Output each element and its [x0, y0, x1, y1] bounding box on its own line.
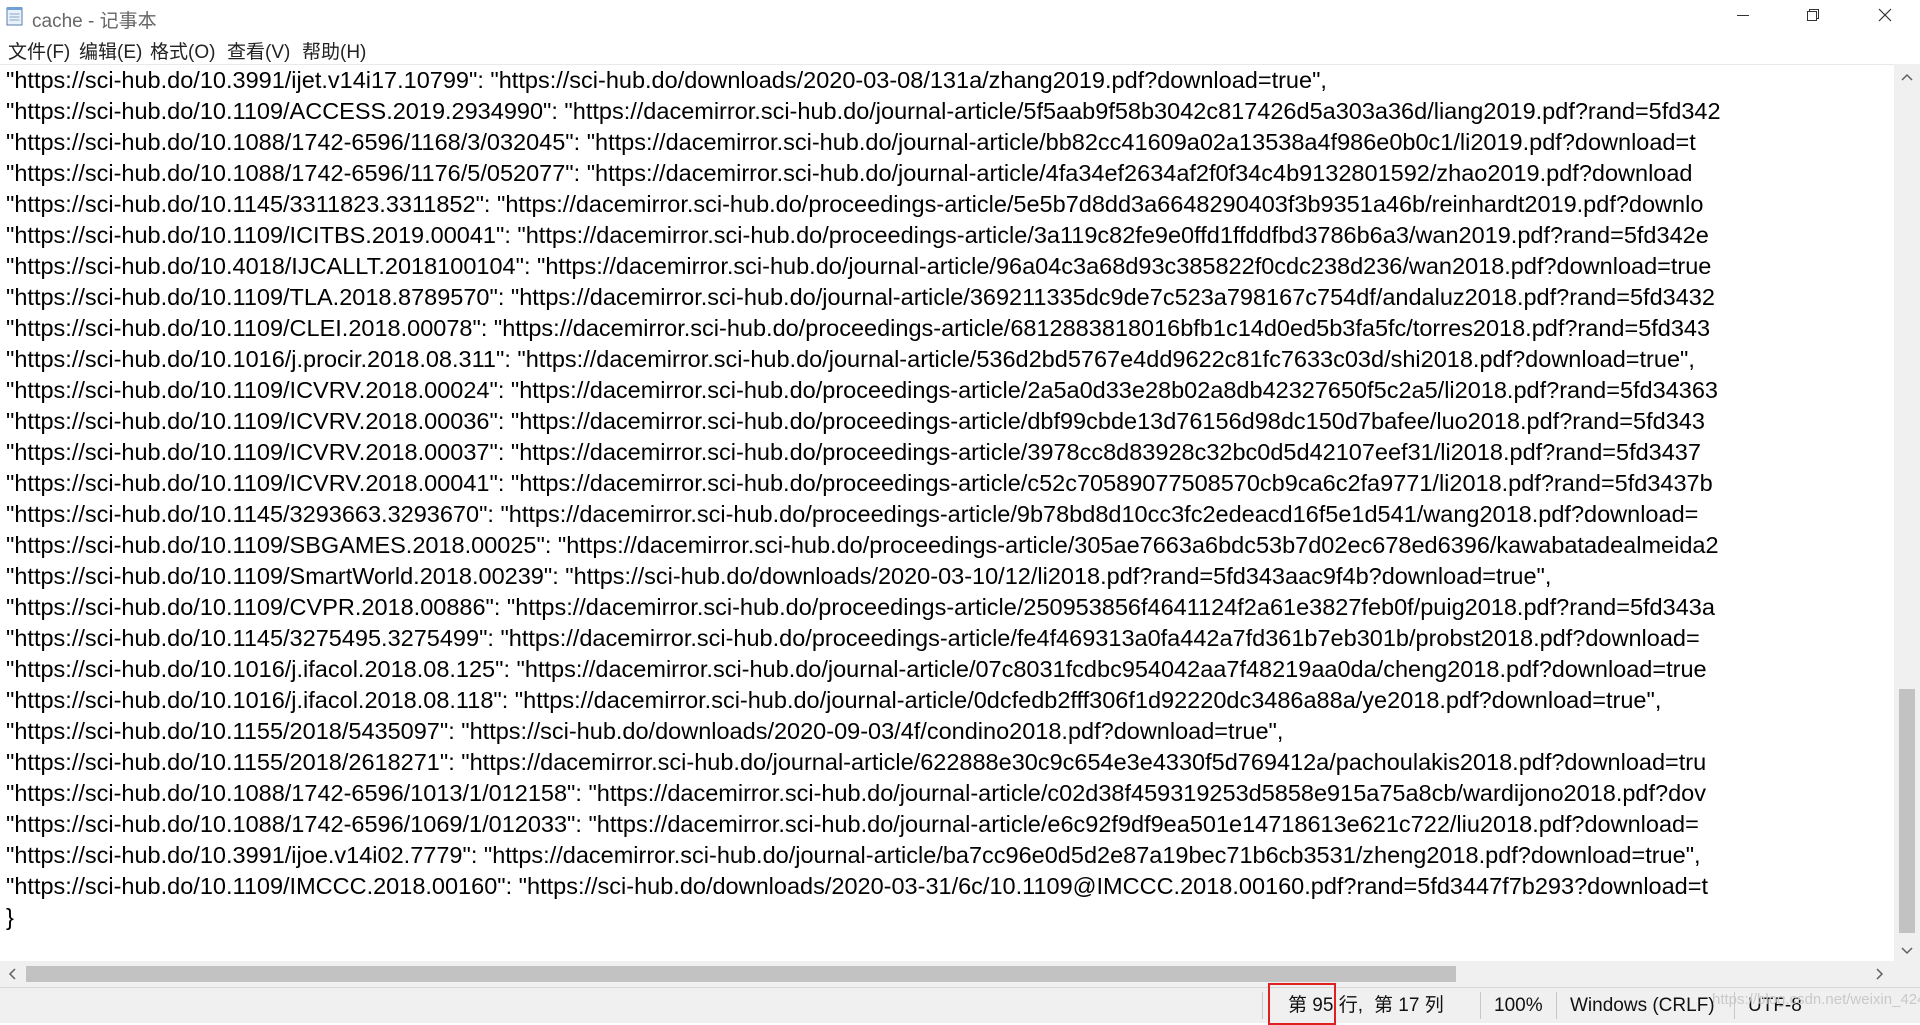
status-bar: 第 95 行, 第 17 列 100% Windows (CRLF) UTF-8 — [0, 987, 1920, 1023]
text-line: "https://sci-hub.do/10.1088/1742-6596/10… — [6, 780, 1706, 806]
status-column-number: 第 17 列 — [1374, 995, 1444, 1016]
status-line-ending: Windows (CRLF) — [1570, 995, 1715, 1016]
restore-icon — [1806, 8, 1820, 27]
menu-bar: 文件(F) 编辑(E) 格式(O) 查看(V) 帮助(H) — [0, 34, 1920, 64]
scrollbar-corner — [1894, 961, 1920, 987]
minimize-button[interactable] — [1714, 0, 1772, 34]
title-bar: cache - 记事本 — [0, 0, 1920, 34]
watermark: https://blog.csdn.net/weixin_42430021 — [1712, 991, 1920, 1008]
highlight-box — [1268, 983, 1336, 1025]
status-divider — [1556, 992, 1557, 1019]
text-line: "https://sci-hub.do/10.1109/ICITBS.2019.… — [6, 222, 1709, 248]
text-line: "https://sci-hub.do/10.1155/2018/5435097… — [6, 718, 1284, 744]
text-line: "https://sci-hub.do/10.1155/2018/2618271… — [6, 749, 1707, 775]
text-line: "https://sci-hub.do/10.1016/j.procir.201… — [6, 346, 1695, 372]
text-line: "https://sci-hub.do/10.1145/3311823.3311… — [6, 191, 1704, 217]
text-line: } — [6, 904, 14, 930]
text-line: "https://sci-hub.do/10.1145/3275495.3275… — [6, 625, 1700, 651]
menu-file[interactable]: 文件(F) — [8, 37, 70, 64]
scroll-right-arrow-icon[interactable] — [1876, 968, 1884, 982]
text-line: "https://sci-hub.do/10.1145/3293663.3293… — [6, 501, 1699, 527]
text-line: "https://sci-hub.do/10.1109/ICVRV.2018.0… — [6, 439, 1701, 465]
vertical-scrollbar[interactable] — [1894, 64, 1920, 961]
status-divider — [1262, 992, 1263, 1019]
horizontal-scroll-thumb[interactable] — [26, 966, 1456, 982]
text-line: "https://sci-hub.do/10.3991/ijoe.v14i02.… — [6, 842, 1701, 868]
minimize-icon — [1736, 8, 1750, 27]
text-line: "https://sci-hub.do/10.4018/IJCALLT.2018… — [6, 253, 1712, 279]
horizontal-scrollbar[interactable] — [0, 961, 1894, 987]
menu-format[interactable]: 格式(O) — [150, 37, 215, 64]
text-line: "https://sci-hub.do/10.1088/1742-6596/11… — [6, 129, 1696, 155]
text-line: "https://sci-hub.do/10.1088/1742-6596/11… — [6, 160, 1693, 186]
text-line: "https://sci-hub.do/10.1088/1742-6596/10… — [6, 811, 1699, 837]
restore-button[interactable] — [1784, 0, 1842, 34]
text-line: "https://sci-hub.do/10.1109/CLEI.2018.00… — [6, 315, 1711, 341]
window-title: cache - 记事本 — [32, 11, 157, 32]
text-line: "https://sci-hub.do/10.1016/j.ifacol.201… — [6, 687, 1662, 713]
text-line: "https://sci-hub.do/10.1109/ICVRV.2018.0… — [6, 408, 1705, 434]
text-line: "https://sci-hub.do/10.1109/IMCCC.2018.0… — [6, 873, 1709, 899]
scroll-up-arrow-icon[interactable] — [1901, 70, 1913, 83]
menu-view[interactable]: 查看(V) — [227, 37, 290, 64]
close-button[interactable] — [1856, 0, 1914, 34]
status-zoom: 100% — [1494, 995, 1543, 1016]
menu-help[interactable]: 帮助(H) — [302, 37, 366, 64]
text-editor[interactable]: "https://sci-hub.do/10.3991/ijet.v14i17.… — [0, 64, 1894, 962]
text-line: "https://sci-hub.do/10.1109/SmartWorld.2… — [6, 563, 1552, 589]
scroll-left-arrow-icon[interactable] — [8, 968, 16, 982]
text-line: "https://sci-hub.do/10.1109/TLA.2018.878… — [6, 284, 1715, 310]
text-line: "https://sci-hub.do/10.1016/j.ifacol.201… — [6, 656, 1707, 682]
text-line: "https://sci-hub.do/10.1109/ICVRV.2018.0… — [6, 470, 1713, 496]
text-line: "https://sci-hub.do/10.3991/ijet.v14i17.… — [6, 67, 1327, 93]
text-line: "https://sci-hub.do/10.1109/ICVRV.2018.0… — [6, 377, 1718, 403]
menu-edit[interactable]: 编辑(E) — [79, 37, 142, 64]
text-line: "https://sci-hub.do/10.1109/ACCESS.2019.… — [6, 98, 1721, 124]
status-divider — [1480, 992, 1481, 1019]
close-icon — [1878, 8, 1892, 27]
text-line: "https://sci-hub.do/10.1109/CVPR.2018.00… — [6, 594, 1715, 620]
text-line: "https://sci-hub.do/10.1109/SBGAMES.2018… — [6, 532, 1719, 558]
vertical-scroll-thumb[interactable] — [1899, 689, 1915, 933]
notepad-icon — [6, 6, 24, 26]
scroll-down-arrow-icon[interactable] — [1901, 944, 1913, 957]
